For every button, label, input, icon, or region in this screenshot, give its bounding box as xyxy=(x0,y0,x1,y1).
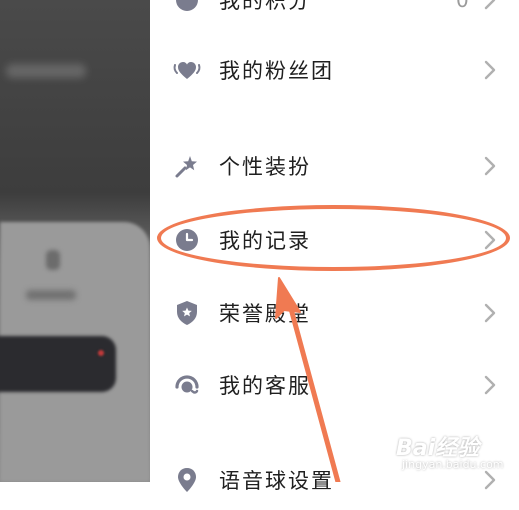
headset-icon xyxy=(172,370,202,400)
menu-item-label: 我的积分 xyxy=(219,0,311,13)
menu-item-label: 我的粉丝团 xyxy=(219,59,334,83)
menu-item-label: 荣誉殿堂 xyxy=(219,302,311,326)
chevron-right-icon xyxy=(480,0,500,15)
heart-icon xyxy=(172,55,202,85)
menu-item-fan-club[interactable]: 我的粉丝团 xyxy=(150,40,519,100)
background-blurred-text xyxy=(6,64,86,78)
background-button xyxy=(0,336,116,392)
points-value: 0 xyxy=(456,0,469,12)
background-app-dimmed xyxy=(0,0,150,482)
menu-item-dress-up[interactable]: 个性装扮 xyxy=(150,136,519,196)
chevron-right-icon xyxy=(480,298,500,328)
menu-item-label: 我的记录 xyxy=(219,229,311,253)
menu-item-records[interactable]: 我的记录 xyxy=(150,210,519,270)
menu-item-customer-service[interactable]: 我的客服 xyxy=(150,355,519,415)
background-label xyxy=(26,290,76,300)
chevron-right-icon xyxy=(480,55,500,85)
chevron-right-icon xyxy=(480,225,500,255)
menu-item-voice-room-settings[interactable]: 语音球设置 xyxy=(150,450,519,510)
shield-star-icon xyxy=(172,298,202,328)
clock-icon xyxy=(172,225,202,255)
magic-wand-icon xyxy=(172,151,202,181)
menu-item-honor-hall[interactable]: 荣誉殿堂 xyxy=(150,283,519,343)
menu-item-label: 我的客服 xyxy=(219,374,311,398)
background-icon xyxy=(46,250,60,270)
side-menu-panel: 我的积分 0 我的粉丝团 个性装扮 我的记录 荣誉殿堂 我的客服 语音球设置 xyxy=(150,0,519,493)
background-badge-dot xyxy=(98,350,104,356)
location-pin-icon xyxy=(172,465,202,495)
menu-item-label: 个性装扮 xyxy=(219,155,311,179)
chevron-right-icon xyxy=(480,370,500,400)
menu-item-points[interactable]: 我的积分 0 xyxy=(150,0,519,30)
chevron-right-icon xyxy=(480,465,500,495)
points-icon xyxy=(172,0,202,15)
menu-item-label: 语音球设置 xyxy=(219,469,334,493)
chevron-right-icon xyxy=(480,151,500,181)
